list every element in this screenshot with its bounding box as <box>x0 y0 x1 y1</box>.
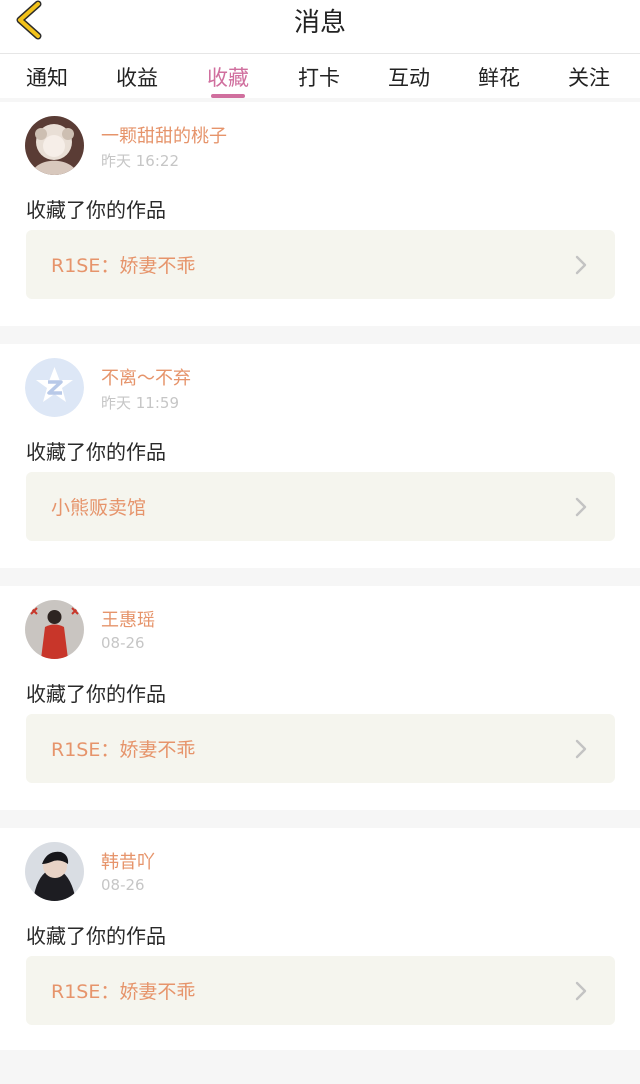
tab-label: 互动 <box>388 66 430 90</box>
action-text: 收藏了你的作品 <box>26 440 166 464</box>
header: 消息 <box>0 0 640 54</box>
timestamp: 08-26 <box>101 876 145 894</box>
tab-earnings[interactable]: 收益 <box>116 62 158 98</box>
username[interactable]: 一颗甜甜的桃子 <box>101 122 227 148</box>
tab-label: 收益 <box>116 66 158 90</box>
tab-flowers[interactable]: 鲜花 <box>478 62 520 98</box>
action-text: 收藏了你的作品 <box>26 682 166 706</box>
avatar[interactable] <box>25 600 84 659</box>
chevron-right-icon <box>575 981 587 1001</box>
username[interactable]: 王惠瑶 <box>101 606 155 632</box>
work-link[interactable]: 小熊贩卖馆 <box>26 472 615 541</box>
tab-checkin[interactable]: 打卡 <box>298 62 340 98</box>
avatar[interactable] <box>25 842 84 901</box>
message-card: 韩昔吖 08-26 收藏了你的作品 R1SE：娇妻不乖 <box>0 828 640 1050</box>
active-tab-indicator <box>211 94 245 98</box>
work-link[interactable]: R1SE：娇妻不乖 <box>26 956 615 1025</box>
work-title: R1SE：娇妻不乖 <box>51 739 196 761</box>
chevron-right-icon <box>575 255 587 275</box>
message-card: 王惠瑶 08-26 收藏了你的作品 R1SE：娇妻不乖 <box>0 586 640 810</box>
avatar[interactable] <box>25 358 84 417</box>
tab-label: 打卡 <box>298 66 340 90</box>
work-title: 小熊贩卖馆 <box>51 497 147 519</box>
chevron-right-icon <box>575 497 587 517</box>
username[interactable]: 不离～不弃 <box>101 364 191 390</box>
work-title: R1SE：娇妻不乖 <box>51 981 196 1003</box>
message-card: 一颗甜甜的桃子 昨天 16:22 收藏了你的作品 R1SE：娇妻不乖 <box>0 102 640 326</box>
page-title: 消息 <box>293 8 346 38</box>
work-link[interactable]: R1SE：娇妻不乖 <box>26 230 615 299</box>
action-text: 收藏了你的作品 <box>26 924 166 948</box>
message-card: 不离～不弃 昨天 11:59 收藏了你的作品 小熊贩卖馆 <box>0 344 640 568</box>
work-link[interactable]: R1SE：娇妻不乖 <box>26 714 615 783</box>
tab-favorites[interactable]: 收藏 <box>207 62 249 98</box>
work-title: R1SE：娇妻不乖 <box>51 255 196 277</box>
app: 消息 通知 收益 收藏 打卡 互动 鲜花 关注 一颗甜甜的桃子 昨天 16:22… <box>0 0 640 1084</box>
timestamp: 昨天 11:59 <box>101 394 179 412</box>
tab-label: 鲜花 <box>478 66 520 90</box>
tab-following[interactable]: 关注 <box>568 62 610 98</box>
chevron-right-icon <box>575 739 587 759</box>
tab-notifications[interactable]: 通知 <box>26 62 68 98</box>
qq-avatar-icon <box>25 358 84 417</box>
action-text: 收藏了你的作品 <box>26 198 166 222</box>
avatar[interactable] <box>25 116 84 175</box>
username[interactable]: 韩昔吖 <box>101 848 155 874</box>
tab-label: 收藏 <box>207 66 249 90</box>
timestamp: 08-26 <box>101 634 145 652</box>
timestamp: 昨天 16:22 <box>101 152 179 170</box>
tab-label: 通知 <box>26 66 68 90</box>
tab-interactions[interactable]: 互动 <box>388 62 430 98</box>
tab-label: 关注 <box>568 66 610 90</box>
tab-bar: 通知 收益 收藏 打卡 互动 鲜花 关注 <box>0 54 640 98</box>
